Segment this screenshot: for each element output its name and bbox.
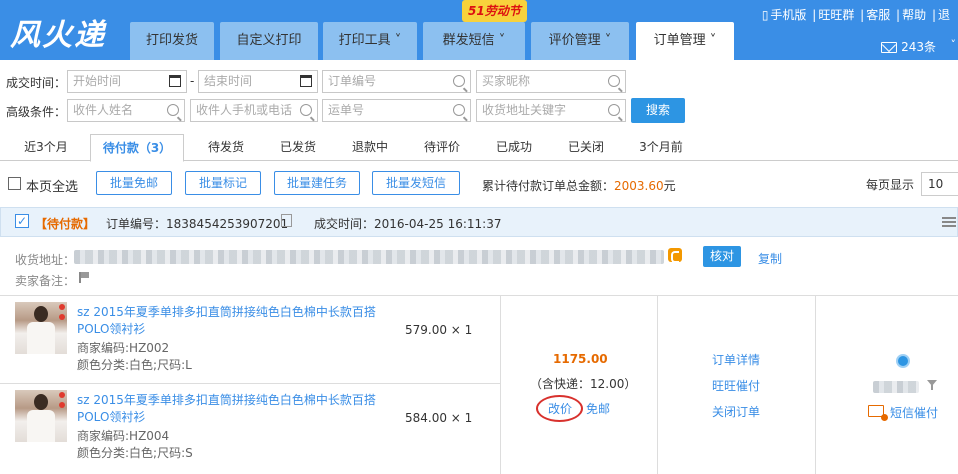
product-thumbnail[interactable]	[15, 302, 67, 354]
range-dash: -	[190, 74, 195, 88]
tab-review-mgmt[interactable]: 评价管理 ˅	[531, 22, 629, 60]
end-time-field[interactable]: 结束时间	[198, 70, 318, 93]
tab-print-ship[interactable]: 打印发货	[130, 22, 214, 60]
tab-pending-review[interactable]: 待评价	[408, 134, 476, 161]
batch-create-task-button[interactable]: 批量建任务	[274, 171, 360, 195]
copy-link[interactable]: 复制	[758, 250, 782, 267]
tab-custom-print[interactable]: 自定义打印	[220, 22, 318, 60]
pending-total-amount: 2003.60	[614, 179, 664, 193]
merchant-code: 商家编码:HZ002	[77, 341, 170, 355]
order-deal-time: 成交时间：2016-04-25 16:11:37	[314, 217, 502, 231]
service-link[interactable]: 客服	[866, 8, 890, 22]
tab-bulk-sms[interactable]: 群发短信 ˅	[423, 22, 525, 60]
receiver-name-input[interactable]: 收件人姓名	[67, 99, 185, 122]
search-icon	[453, 104, 465, 116]
tab-pending-payment[interactable]: 待付款（3）	[90, 134, 184, 162]
shipping-fee: （含快递：12.00）	[530, 377, 637, 391]
verify-button[interactable]: 核对	[703, 246, 741, 267]
close-order-link[interactable]: 关闭订单	[712, 403, 760, 420]
receiver-phone-input[interactable]: 收件人手机或电话	[190, 99, 318, 122]
address-redacted	[74, 250, 664, 264]
search-icon	[608, 104, 620, 116]
ww-remind-link[interactable]: 旺旺催付	[712, 377, 760, 394]
batch-send-sms-button[interactable]: 批量发短信	[372, 171, 460, 195]
tab-refunding[interactable]: 退款中	[336, 134, 404, 161]
status-tabs: 近3个月 待付款（3） 待发货 已发货 退款中 待评价 已成功 已关闭 3个月前	[0, 134, 958, 162]
order-detail-link[interactable]: 订单详情	[712, 351, 760, 368]
message-count: 243条	[901, 40, 936, 54]
wangwang-icon[interactable]	[896, 354, 910, 368]
address-keyword-input[interactable]: 收货地址关键字	[476, 99, 626, 122]
order-checkbox[interactable]: ✓	[15, 214, 29, 228]
sku-info: 颜色分类:白色;尺码:L	[77, 358, 192, 372]
buyer-nick-redacted	[873, 381, 919, 393]
pending-total: 累计待付款订单总金额：2003.60元	[482, 179, 676, 193]
marker-dot	[59, 314, 65, 320]
tab-closed[interactable]: 已关闭	[552, 134, 620, 161]
tab-shipped[interactable]: 已发货	[264, 134, 332, 161]
product-title[interactable]: sz 2015年夏季单排多扣直筒拼接纯色白色棉中长款百搭POLO领衬衫	[77, 392, 387, 426]
tab-order-mgmt[interactable]: 订单管理 ˅	[636, 22, 734, 60]
price-qty: 579.00 × 1	[405, 323, 473, 337]
calendar-icon[interactable]	[169, 75, 181, 87]
chevron-down-icon[interactable]: ˅	[951, 38, 957, 51]
search-icon	[608, 75, 620, 87]
price-qty: 584.00 × 1	[405, 411, 473, 425]
top-links: ▯ 手机版 | 旺旺群 | 客服 | 帮助 | 退	[761, 8, 950, 22]
phone-icon[interactable]	[668, 248, 682, 263]
copy-icon[interactable]	[281, 214, 292, 227]
messages[interactable]: 243条	[881, 38, 936, 55]
sms-icon	[868, 405, 888, 421]
promo-badge[interactable]: 51劳动节	[462, 0, 527, 22]
marker-dot	[59, 392, 65, 398]
tab-completed[interactable]: 已成功	[480, 134, 548, 161]
select-all-label[interactable]: 本页全选	[26, 176, 78, 195]
mail-icon	[881, 42, 898, 53]
address-label: 收货地址：	[15, 253, 76, 267]
logout-link[interactable]: 退	[938, 8, 950, 22]
ww-group-link[interactable]: 旺旺群	[818, 8, 854, 22]
free-shipping-link[interactable]: 免邮	[586, 400, 610, 417]
search-icon	[300, 104, 312, 116]
buyer-nick-input[interactable]: 买家昵称	[476, 70, 626, 93]
search-icon	[167, 104, 179, 116]
product-title[interactable]: sz 2015年夏季单排多扣直筒拼接纯色白色棉中长款百搭POLO领衬衫	[77, 304, 387, 338]
per-page-label: 每页显示	[866, 178, 915, 192]
product-thumbnail[interactable]	[15, 390, 67, 442]
tab-print-tools[interactable]: 打印工具 ˅	[323, 22, 417, 60]
seller-note-label: 卖家备注：	[15, 274, 76, 288]
deal-time-label: 成交时间：	[6, 76, 67, 90]
select-all-checkbox[interactable]	[8, 177, 21, 190]
merchant-code: 商家编码:HZ004	[77, 429, 170, 443]
start-time-field[interactable]: 开始时间	[67, 70, 187, 93]
top-bar: 风火递 打印发货 自定义打印 打印工具 ˅ 群发短信 ˅ 评价管理 ˅ 订单管理…	[0, 0, 958, 60]
order-status: 【待付款】	[35, 217, 96, 231]
help-link[interactable]: 帮助	[902, 8, 926, 22]
order-amount: 1175.00	[553, 352, 608, 366]
tab-pending-ship[interactable]: 待发货	[192, 134, 260, 161]
advanced-label: 高级条件：	[6, 105, 67, 119]
batch-free-shipping-button[interactable]: 批量免邮	[96, 171, 172, 195]
mobile-link[interactable]: 手机版	[770, 8, 806, 22]
batch-mark-button[interactable]: 批量标记	[185, 171, 261, 195]
tab-last-3-months[interactable]: 近3个月	[10, 134, 82, 161]
menu-icon[interactable]	[942, 217, 956, 227]
search-icon	[453, 75, 465, 87]
tab-older-than-3-months[interactable]: 3个月前	[624, 134, 698, 161]
sms-remind-link[interactable]: 短信催付	[890, 404, 938, 421]
order-number: 订单编号：1838454253907201	[106, 217, 289, 231]
marker-dot	[59, 402, 65, 408]
marker-dot	[59, 304, 65, 310]
brand-logo[interactable]: 风火递	[10, 10, 106, 54]
phone-icon: ▯	[761, 8, 769, 22]
flag-icon[interactable]	[79, 272, 89, 283]
order-no-input[interactable]: 订单编号	[322, 70, 471, 93]
calendar-icon[interactable]	[300, 75, 312, 87]
change-price-link[interactable]: 改价	[548, 400, 572, 417]
filter-icon[interactable]	[927, 380, 937, 390]
sku-info: 颜色分类:白色;尺码:S	[77, 446, 193, 460]
search-button[interactable]: 搜索	[631, 98, 685, 123]
waybill-input[interactable]: 运单号	[322, 99, 471, 122]
per-page-select[interactable]: 10	[921, 172, 958, 196]
